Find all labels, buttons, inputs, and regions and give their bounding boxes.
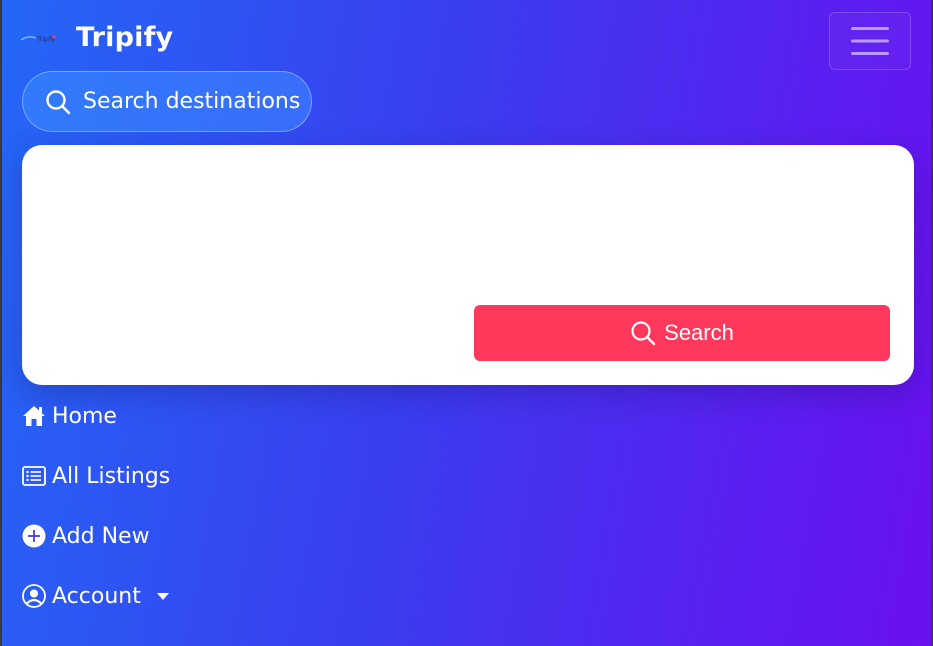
nav-item-all-listings[interactable]: All Listings — [22, 446, 422, 506]
nav-item-account[interactable]: Account — [22, 566, 422, 626]
search-card: Search — [22, 145, 914, 385]
user-circle-icon — [22, 584, 46, 608]
search-button-label: Search — [664, 320, 734, 345]
page: Tripify Tripify Search destinations Sear… — [0, 0, 933, 646]
nav-menu: Home All Listings Add New Account — [22, 386, 422, 626]
menu-toggle-button[interactable] — [829, 12, 911, 70]
brand-logo: Tripify — [20, 28, 56, 48]
nav-label-account: Account — [52, 583, 141, 609]
search-destinations-button[interactable]: Search destinations — [22, 71, 312, 132]
chevron-down-icon[interactable] — [156, 592, 169, 600]
nav-item-add-new[interactable]: Add New — [22, 506, 422, 566]
plus-circle-icon — [22, 524, 46, 548]
search-destinations-label: Search destinations — [83, 89, 301, 114]
nav-item-home[interactable]: Home — [22, 386, 422, 446]
navbar-brand[interactable]: Tripify Tripify — [20, 22, 173, 53]
search-icon — [631, 321, 656, 346]
brand-name: Tripify — [76, 22, 174, 53]
list-icon — [22, 464, 46, 488]
nav-label-home: Home — [52, 403, 117, 429]
nav-label-add-new: Add New — [52, 523, 150, 549]
search-icon — [46, 89, 71, 114]
nav-label-all-listings: All Listings — [52, 463, 171, 489]
search-button[interactable]: Search — [474, 305, 890, 361]
house-icon — [22, 404, 46, 428]
hamburger-icon — [851, 27, 889, 55]
